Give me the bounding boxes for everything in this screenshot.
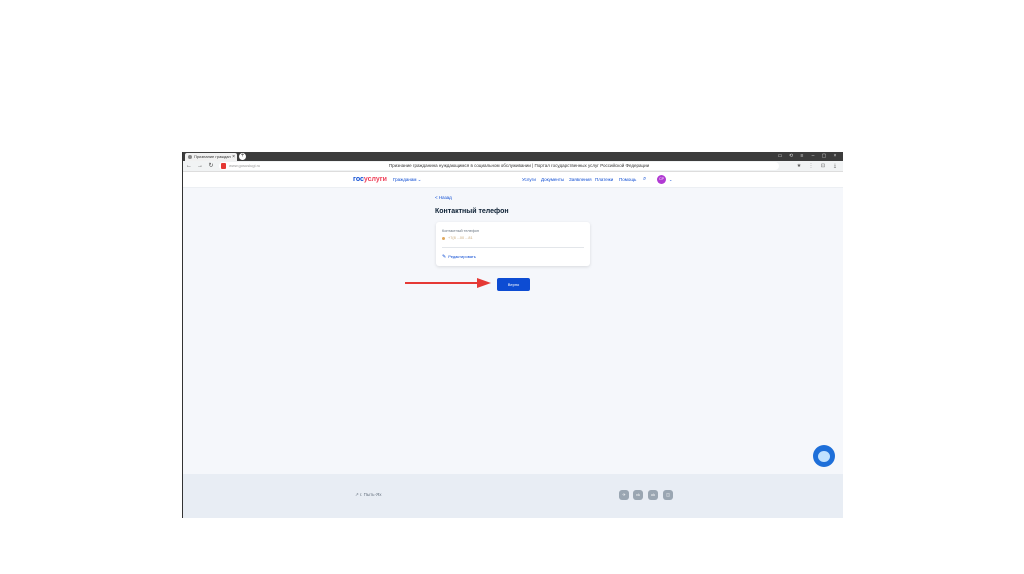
role-selector[interactable]: Гражданам ⌄ — [393, 175, 421, 184]
phone-label: Контактный телефон — [442, 229, 480, 233]
confirm-button[interactable]: Верно — [497, 278, 530, 291]
tab-title: Признание граждан — [194, 154, 231, 159]
divider — [442, 247, 584, 248]
edit-link[interactable]: ✎ Редактировать — [442, 254, 476, 260]
gosuslugi-logo[interactable]: госуслуги — [353, 175, 387, 184]
chevron-down-icon[interactable]: ⌄ — [669, 175, 672, 184]
logo-part-gos: гос — [353, 176, 364, 183]
menu-icon[interactable]: ≡ — [797, 152, 807, 161]
browser-tab-bar: Признание граждан × + ▭ ⟲ ≡ – ▢ × — [183, 152, 843, 161]
phone-number: +7(8 ...00 ...81 — [448, 236, 473, 240]
screenshot-window: Признание граждан × + ▭ ⟲ ≡ – ▢ × ← → ↻ … — [182, 152, 843, 518]
nav-documents[interactable]: Документы — [541, 175, 564, 184]
telegram-icon[interactable]: ✈ — [619, 490, 629, 500]
nav-payments[interactable]: Платежи — [595, 175, 613, 184]
logo-part-uslugi: услуги — [363, 176, 387, 183]
site-badge-icon — [221, 163, 226, 169]
edit-label: Редактировать — [448, 254, 476, 259]
page-title-text: Признание гражданина нуждающимся в социа… — [388, 163, 650, 168]
page-heading: Контактный телефон — [435, 208, 509, 215]
site-footer: ↗ г. Пыть-Ях ✈ vk ok ◫ — [183, 474, 843, 518]
extensions-icon[interactable]: ▭ — [775, 152, 785, 161]
more-icon[interactable]: ⋮ — [807, 162, 815, 170]
robot-face — [818, 451, 830, 462]
history-icon[interactable]: ⟲ — [786, 152, 796, 161]
nav-applications[interactable]: Заявления — [569, 175, 592, 184]
location-link[interactable]: ↗ г. Пыть-Ях — [355, 492, 382, 498]
url-text: www.gosuslugi.ru — [229, 163, 261, 168]
nav-services[interactable]: Услуги — [522, 175, 536, 184]
reload-icon[interactable]: ↻ — [207, 162, 215, 170]
address-bar: ← → ↻ www.gosuslugi.ru Признание граждан… — [183, 161, 843, 172]
nav-help[interactable]: Помощь — [619, 175, 636, 184]
status-dot-icon — [442, 236, 445, 240]
bookmark-star-icon[interactable]: ★ — [795, 162, 803, 170]
site-header: госуслуги Гражданам ⌄ Услуги Документы З… — [183, 172, 843, 188]
browser-tab[interactable]: Признание граждан × — [185, 153, 237, 161]
back-link[interactable]: < Назад — [435, 195, 452, 201]
forward-arrow-icon[interactable]: → — [196, 162, 204, 170]
screenshot-icon[interactable]: ⊡ — [819, 162, 827, 170]
rutube-icon[interactable]: ◫ — [663, 490, 673, 500]
avatar[interactable]: СР — [657, 175, 666, 184]
maximize-icon[interactable]: ▢ — [819, 152, 829, 161]
ok-icon[interactable]: ok — [648, 490, 658, 500]
phone-value: +7(8 ...00 ...81 — [442, 236, 473, 241]
url-field[interactable]: www.gosuslugi.ru Признание гражданина ну… — [219, 162, 779, 170]
download-icon[interactable]: ⤓ — [831, 162, 839, 170]
pencil-icon: ✎ — [442, 254, 447, 260]
search-icon[interactable]: ⌕ — [643, 175, 646, 184]
favicon-icon — [188, 154, 192, 159]
vk-icon[interactable]: vk — [633, 490, 643, 500]
minimize-icon[interactable]: – — [808, 152, 818, 161]
back-arrow-icon[interactable]: ← — [185, 162, 193, 170]
close-window-icon[interactable]: × — [830, 152, 840, 161]
new-tab-button[interactable]: + — [239, 153, 246, 160]
annotation-arrow-icon — [405, 278, 491, 288]
assistant-robot-icon[interactable] — [813, 445, 835, 467]
phone-card: Контактный телефон +7(8 ...00 ...81 ✎ Ред… — [436, 222, 590, 266]
tab-close-icon[interactable]: × — [232, 153, 235, 161]
